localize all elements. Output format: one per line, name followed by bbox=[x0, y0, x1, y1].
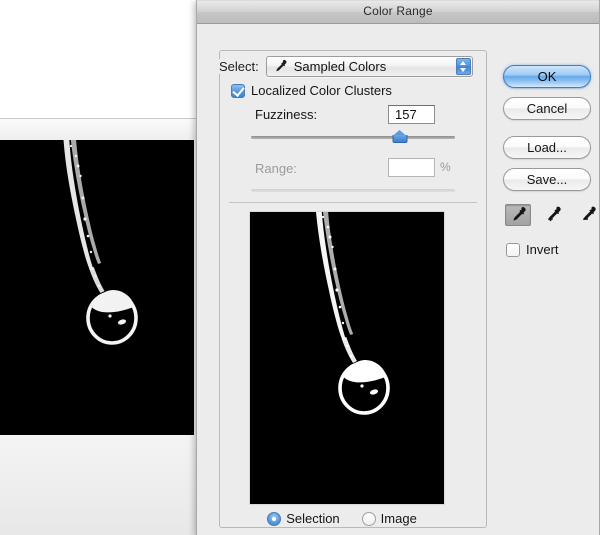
radio-selection-label: Selection bbox=[286, 511, 340, 526]
eyedropper-tool-button[interactable] bbox=[505, 204, 531, 226]
ok-button-label: OK bbox=[537, 69, 557, 84]
chevron-up-icon bbox=[460, 60, 467, 65]
eyedropper-tools-row bbox=[505, 204, 600, 226]
load-button[interactable]: Load... bbox=[503, 136, 591, 159]
range-row: Range: bbox=[255, 160, 297, 178]
select-label: Select: bbox=[217, 58, 261, 74]
eyedropper-subtract-tool-button[interactable] bbox=[575, 204, 600, 226]
cancel-button-label: Cancel bbox=[526, 101, 568, 116]
radio-image[interactable]: Image bbox=[361, 511, 417, 526]
fuzziness-value: 157 bbox=[395, 107, 417, 122]
dialog-titlebar[interactable]: Color Range bbox=[197, 0, 599, 24]
invert-row[interactable]: Invert bbox=[506, 242, 559, 257]
preview-image[interactable] bbox=[249, 211, 445, 505]
dialog-title: Color Range bbox=[363, 4, 433, 18]
eyedropper-minus-icon bbox=[582, 206, 596, 221]
radio-selection[interactable]: Selection bbox=[267, 511, 340, 526]
range-slider bbox=[251, 182, 455, 198]
eyedropper-icon bbox=[512, 207, 526, 221]
invert-checkbox[interactable] bbox=[506, 242, 520, 257]
range-label: Range: bbox=[255, 161, 297, 176]
range-unit-label: % bbox=[440, 160, 451, 174]
save-button-label: Save... bbox=[526, 172, 568, 187]
water-droplet-image bbox=[0, 140, 194, 435]
fuzziness-slider[interactable] bbox=[251, 129, 455, 145]
fuzziness-slider-track[interactable] bbox=[251, 136, 455, 139]
screen: Color Range Select: Sampled Colors Local… bbox=[0, 0, 600, 535]
divider bbox=[229, 202, 477, 203]
localized-color-clusters-checkbox[interactable] bbox=[231, 83, 245, 98]
invert-label: Invert bbox=[526, 242, 559, 257]
localized-color-clusters-row[interactable]: Localized Color Clusters bbox=[231, 83, 392, 98]
eyedropper-icon bbox=[276, 59, 287, 71]
fuzziness-label: Fuzziness: bbox=[255, 107, 318, 122]
preview-water-droplet-mask bbox=[250, 212, 444, 504]
select-dropdown[interactable]: Sampled Colors bbox=[265, 55, 473, 77]
range-slider-track bbox=[251, 189, 455, 192]
save-button[interactable]: Save... bbox=[503, 168, 591, 191]
radio-selection-button[interactable] bbox=[267, 511, 282, 526]
preview-mode-radio-group: Selection Image bbox=[197, 511, 487, 526]
photoshop-document-window[interactable] bbox=[0, 119, 198, 535]
radio-image-label: Image bbox=[380, 511, 417, 526]
load-button-label: Load... bbox=[527, 140, 567, 155]
localized-color-clusters-label: Localized Color Clusters bbox=[251, 83, 392, 98]
document-canvas[interactable] bbox=[0, 140, 194, 435]
ok-button[interactable]: OK bbox=[503, 65, 591, 88]
dialog-body: Select: Sampled Colors Localized Color C… bbox=[197, 24, 599, 535]
eyedropper-add-tool-button[interactable] bbox=[540, 204, 566, 226]
fuzziness-input[interactable]: 157 bbox=[388, 105, 435, 124]
range-input[interactable] bbox=[388, 158, 435, 177]
fuzziness-slider-thumb[interactable] bbox=[392, 130, 408, 143]
color-range-dialog: Color Range Select: Sampled Colors Local… bbox=[196, 0, 600, 535]
select-dropdown-value: Sampled Colors bbox=[293, 58, 387, 74]
fuzziness-row: Fuzziness: bbox=[197, 107, 487, 122]
select-stepper-icon[interactable] bbox=[455, 57, 471, 75]
radio-image-button[interactable] bbox=[361, 511, 376, 526]
document-top-margin bbox=[0, 119, 198, 140]
chevron-down-icon bbox=[460, 67, 467, 72]
document-bottom-margin bbox=[0, 435, 198, 535]
cancel-button[interactable]: Cancel bbox=[503, 97, 591, 120]
slider-thumb-body bbox=[392, 135, 408, 143]
select-row: Select: Sampled Colors bbox=[197, 55, 487, 77]
eyedropper-plus-icon bbox=[547, 206, 561, 222]
